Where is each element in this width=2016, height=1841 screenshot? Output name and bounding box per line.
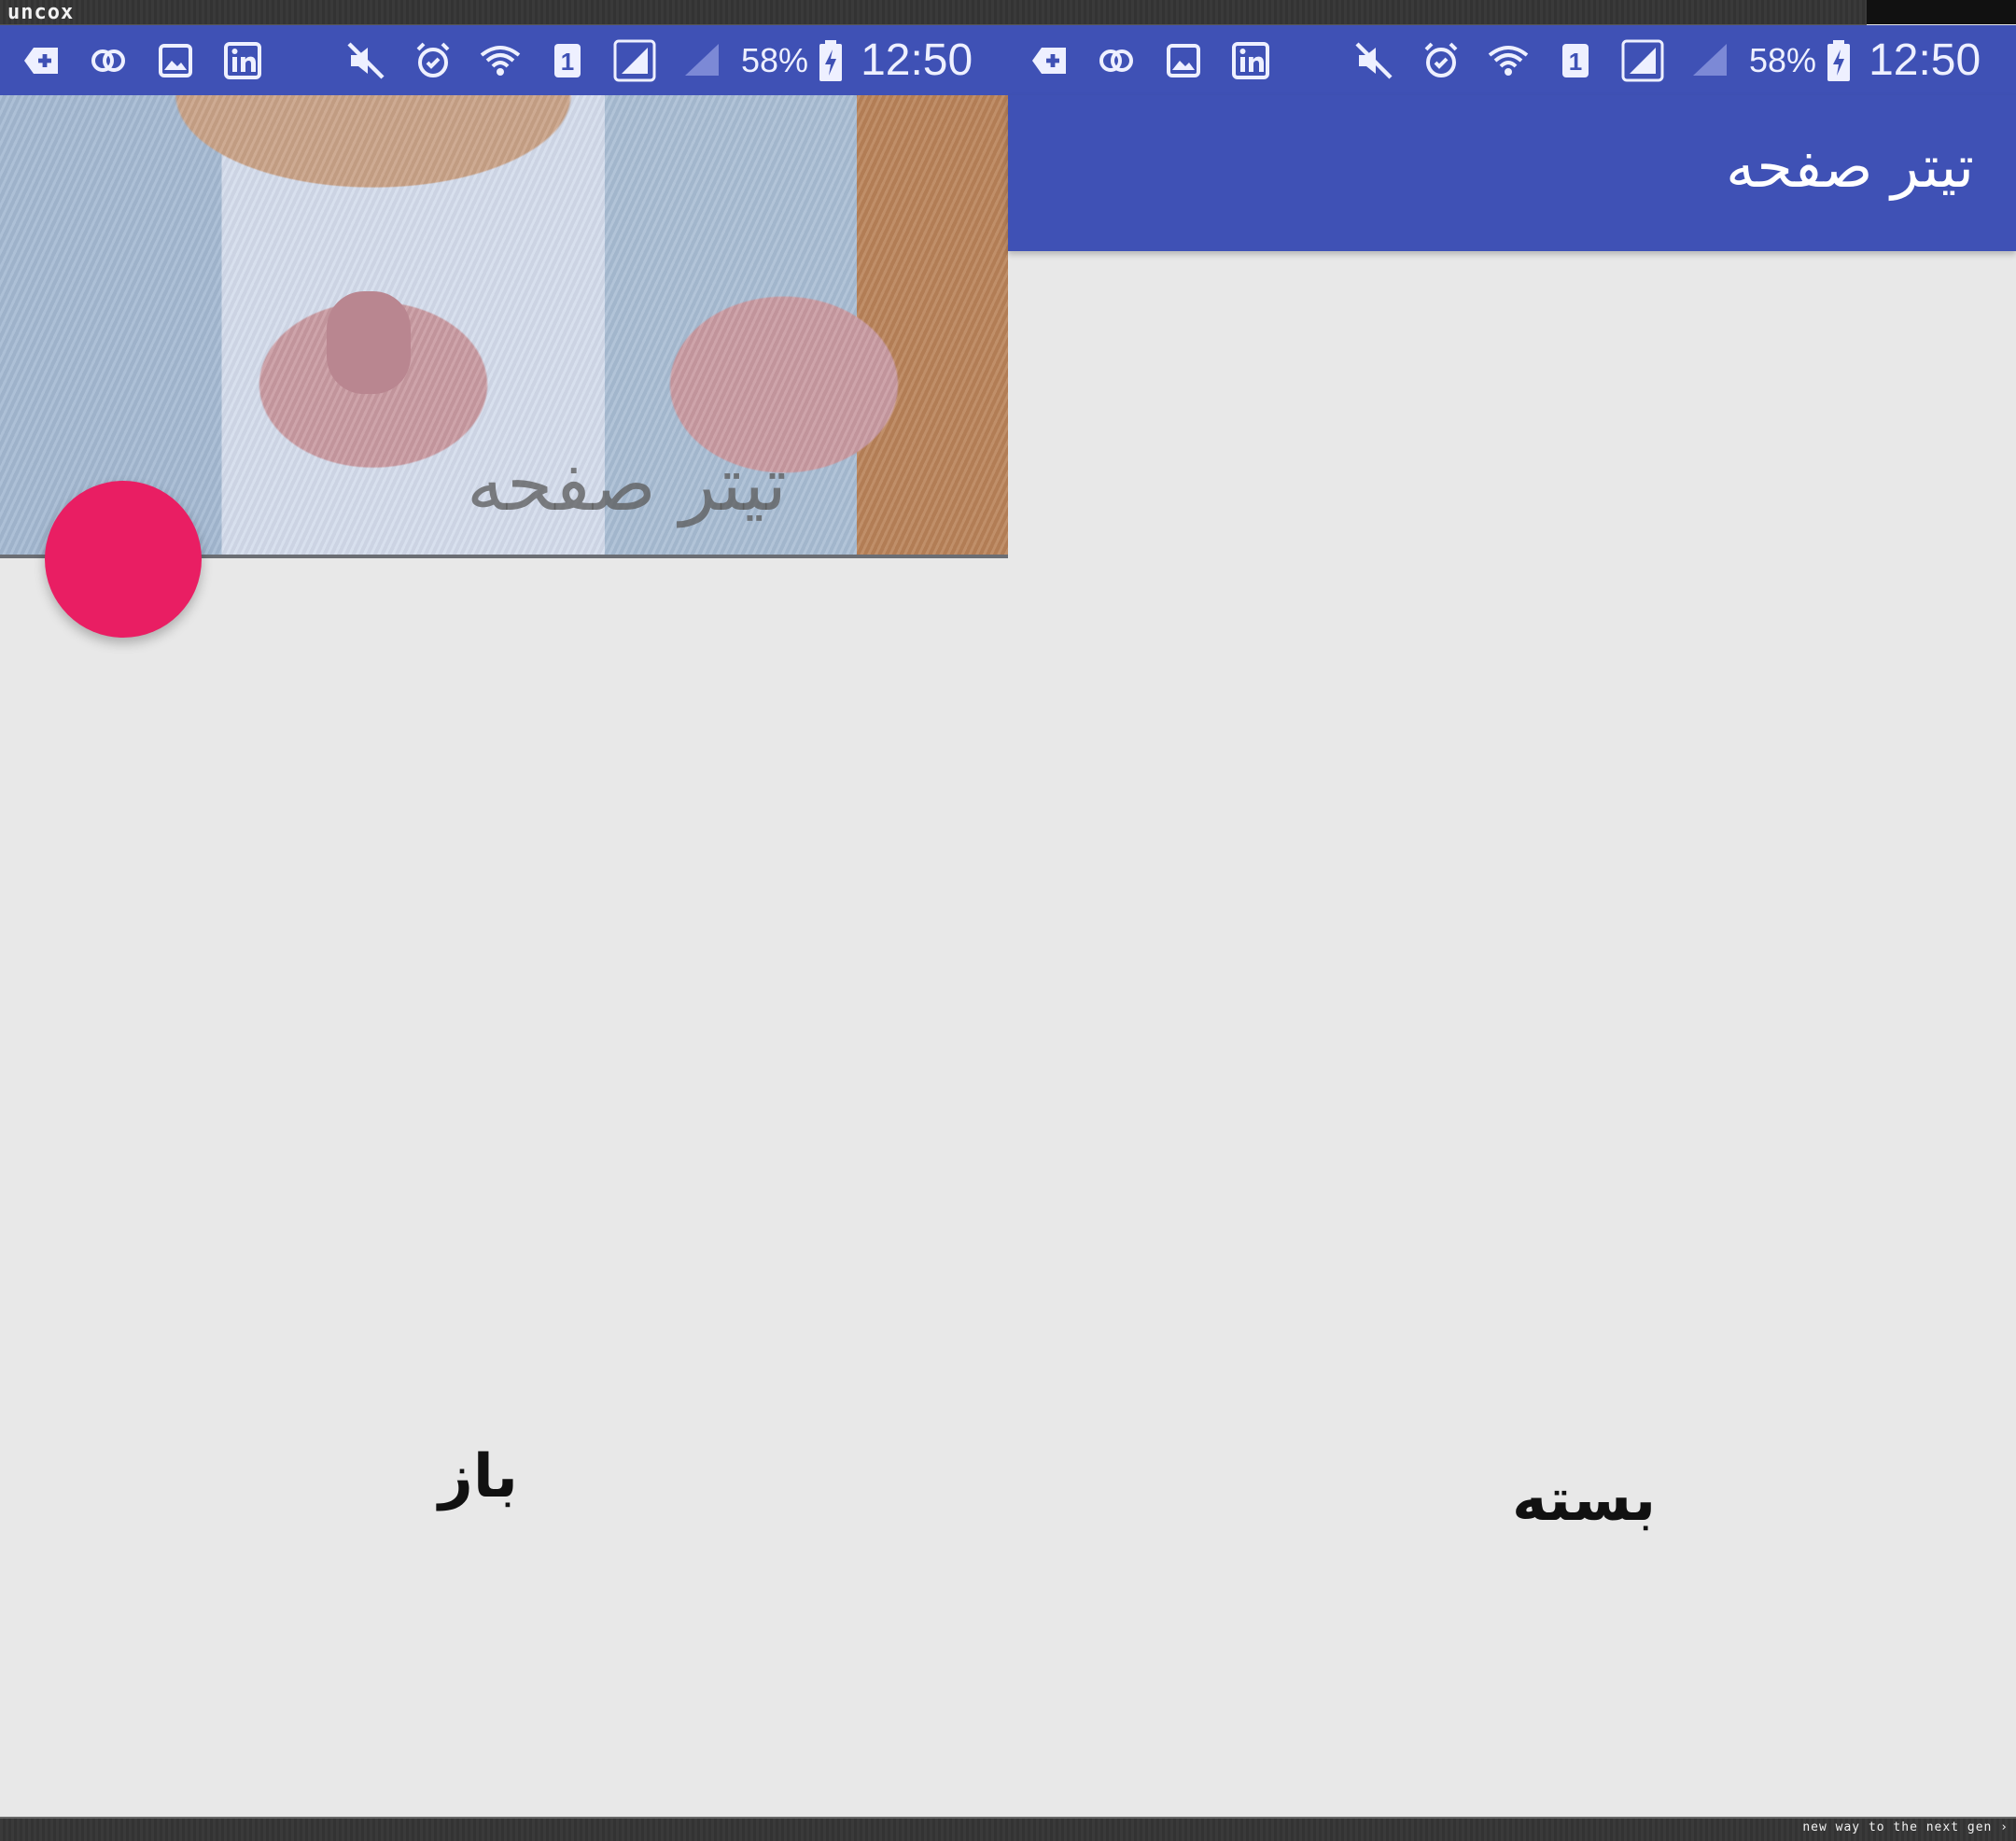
add-box-icon bbox=[1023, 35, 1075, 87]
signal-weak-icon bbox=[1684, 35, 1736, 87]
mute-icon bbox=[340, 35, 392, 87]
expanded-state-label: باز bbox=[439, 1442, 518, 1511]
add-box-icon bbox=[15, 35, 67, 87]
sim-icon: 1 bbox=[1549, 35, 1602, 87]
clock: 12:50 bbox=[861, 35, 973, 85]
sim-number: 1 bbox=[561, 48, 574, 76]
watermark-tagline: new way to the next gen › bbox=[1802, 1820, 2009, 1834]
mute-icon bbox=[1348, 35, 1400, 87]
status-bar-right: 1 58% 12:50 bbox=[1008, 25, 2016, 95]
link-icon bbox=[1090, 35, 1142, 87]
battery-percent: 58% bbox=[1749, 40, 1817, 79]
linkedin-icon bbox=[217, 35, 269, 87]
battery-charging-icon bbox=[814, 35, 847, 87]
signal-weak-icon bbox=[676, 35, 728, 87]
top-watermark-corner bbox=[1867, 0, 2016, 24]
battery-percent: 58% bbox=[741, 40, 809, 79]
floating-action-button[interactable] bbox=[45, 481, 202, 638]
bottom-watermark-bar: new way to the next gen › bbox=[0, 1817, 2016, 1841]
link-icon bbox=[82, 35, 134, 87]
bowtie-knot bbox=[327, 291, 411, 394]
collapsed-state-label: بسته bbox=[1512, 1466, 1657, 1535]
gallery-icon bbox=[149, 35, 202, 87]
wifi-icon bbox=[474, 35, 526, 87]
top-watermark-bar: uncox bbox=[0, 0, 1867, 26]
collapsed-toolbar: تیتر صفحه bbox=[1008, 95, 2016, 251]
battery-charging-icon bbox=[1822, 35, 1855, 87]
expanded-title: تیتر صفحه bbox=[467, 441, 788, 527]
alarm-icon bbox=[407, 35, 459, 87]
signal-icon bbox=[609, 35, 661, 87]
status-bar-left: 1 58% 12:50 bbox=[0, 25, 1008, 95]
toolbar-title: تیتر صفحه bbox=[1726, 133, 1974, 201]
alarm-icon bbox=[1415, 35, 1467, 87]
gallery-icon bbox=[1157, 35, 1210, 87]
sim-icon: 1 bbox=[541, 35, 594, 87]
signal-icon bbox=[1617, 35, 1669, 87]
brand-watermark: uncox bbox=[7, 1, 75, 24]
clock: 12:50 bbox=[1869, 35, 1981, 85]
linkedin-icon bbox=[1225, 35, 1277, 87]
wifi-icon bbox=[1482, 35, 1534, 87]
sim-number: 1 bbox=[1569, 48, 1582, 76]
